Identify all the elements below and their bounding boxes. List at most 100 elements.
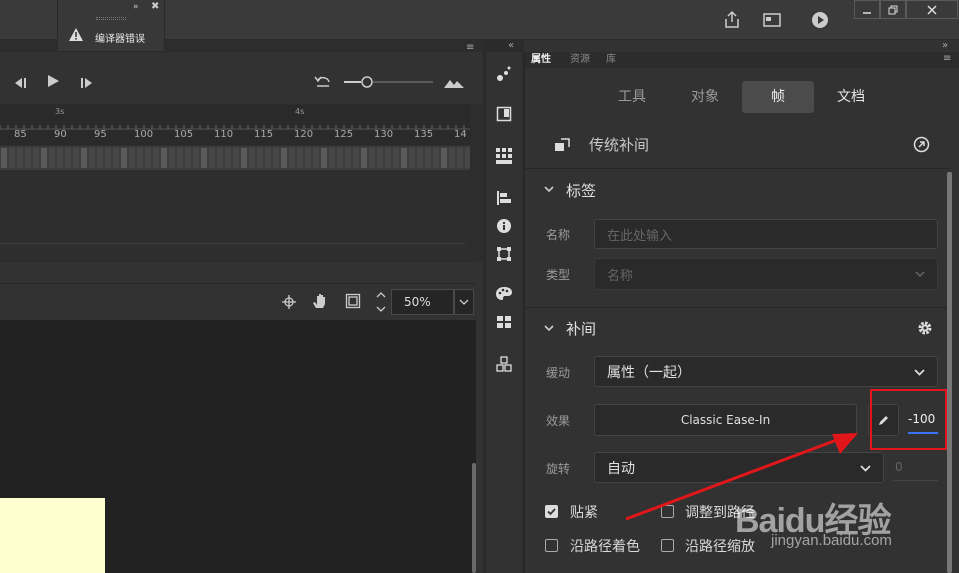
ruler-frame-label: 90 [54, 129, 67, 140]
ruler-frame-label: 14 [454, 129, 467, 140]
frame-cells [1, 148, 471, 168]
classic-tween-icon [554, 137, 570, 156]
info-icon[interactable] [486, 212, 522, 240]
screen-mode-icon[interactable] [760, 8, 784, 32]
restore-button[interactable] [880, 0, 906, 19]
tab-properties[interactable]: 属性 [531, 53, 551, 67]
ruler-frame-label: 130 [374, 129, 394, 140]
segment-tool[interactable]: 工具 [602, 81, 662, 113]
label-type-value: 名称 [607, 268, 634, 284]
play-icon[interactable] [46, 73, 60, 92]
gear-icon[interactable] [917, 320, 933, 340]
segment-object[interactable]: 对象 [675, 81, 735, 113]
collapse-tween-section-icon[interactable] [544, 322, 554, 335]
step-back-icon[interactable] [12, 74, 28, 93]
effect-label: 效果 [546, 414, 571, 428]
ruler-frame-label: 125 [334, 129, 354, 140]
expand-panel-icon[interactable]: » [133, 2, 139, 12]
watermark: Baidu经验 jingyan.baidu.com [735, 470, 935, 560]
tween-section-title[interactable]: 补间 [566, 318, 596, 339]
transform-icon[interactable] [486, 240, 522, 268]
step-forward-icon[interactable] [79, 74, 95, 93]
ease-value: 属性（一起） [607, 364, 691, 381]
label-section-title[interactable]: 标签 [566, 180, 596, 201]
watermark-url: jingyan.baidu.com [771, 532, 892, 549]
hand-tool-icon[interactable] [311, 292, 329, 314]
panel-tabbar [525, 52, 959, 68]
share-icon[interactable] [720, 8, 744, 32]
ruler-frame-label: 105 [174, 129, 194, 140]
align-icon[interactable] [486, 184, 522, 212]
panel-menu-icon[interactable]: ≡ [943, 53, 951, 64]
highlight-box [870, 389, 947, 450]
swatches-icon[interactable] [486, 142, 522, 170]
compiler-error-label[interactable]: 编译器错误 [95, 30, 145, 45]
panel-icon-column [486, 52, 522, 573]
ruler-frame-label: 110 [214, 129, 234, 140]
type-label: 类型 [546, 268, 571, 282]
scale-along-path-checkbox[interactable] [661, 539, 674, 552]
library-icon[interactable] [486, 100, 522, 128]
segment-document[interactable]: 文档 [821, 81, 881, 113]
ruler-ticks [0, 125, 470, 130]
ruler-frame-label: 95 [94, 129, 107, 140]
stage-canvas[interactable] [0, 498, 105, 573]
collapse-panel-icon[interactable]: « [508, 40, 514, 51]
color-along-path-checkbox[interactable] [545, 539, 558, 552]
color-along-path-label[interactable]: 沿路径着色 [570, 536, 640, 556]
section-divider [525, 307, 950, 308]
timeline-ruler[interactable]: 3s 4s 85 90 95 100 105 110 115 120 125 130 135 14 [0, 105, 470, 145]
timeline-empty-layers [0, 170, 470, 260]
timeline-controls [0, 52, 483, 104]
tab-assets[interactable]: 资源 [570, 53, 590, 67]
segment-frame[interactable]: 帧 [742, 81, 814, 113]
properties-scrollbar[interactable] [947, 172, 952, 573]
chevron-down-icon [914, 369, 925, 376]
zoom-dropdown-button[interactable] [454, 289, 474, 315]
open-link-icon[interactable] [913, 136, 930, 157]
layer-frames-row[interactable] [0, 146, 471, 170]
frame-name-input[interactable]: 在此处输入 [594, 219, 938, 249]
collapse-label-section-icon[interactable] [544, 183, 554, 196]
zoom-input[interactable]: 50% [391, 289, 454, 315]
timeline-zoom-slider[interactable] [343, 74, 435, 93]
check-icon [547, 508, 556, 516]
ruler-frame-label: 115 [254, 129, 274, 140]
components-icon[interactable] [486, 308, 522, 336]
zoom-stepper[interactable] [374, 289, 388, 315]
ease-select[interactable]: 属性（一起） [594, 356, 938, 387]
ruler-second-label: 3s [55, 107, 65, 116]
center-stage-icon[interactable] [282, 294, 296, 313]
warning-icon [68, 27, 84, 46]
snap-checkbox[interactable] [545, 505, 558, 518]
chevron-down-icon [915, 271, 925, 278]
tween-type-label: 传统补间 [589, 136, 650, 154]
label-type-select[interactable]: 名称 [594, 258, 938, 290]
motion-presets-icon[interactable] [486, 60, 522, 88]
snap-label[interactable]: 贴紧 [570, 502, 598, 522]
ruler-second-label: 4s [295, 107, 305, 116]
ruler-frame-label: 135 [414, 129, 434, 140]
expand-dock-icon[interactable]: » [942, 40, 948, 51]
timeline-scrollbar[interactable] [470, 146, 483, 260]
color-icon[interactable] [486, 280, 522, 308]
loop-icon[interactable] [314, 73, 332, 92]
ease-label: 缓动 [546, 366, 571, 380]
stage-scrollbar[interactable] [472, 463, 476, 573]
mountains-icon[interactable] [443, 74, 465, 93]
test-movie-icon[interactable] [808, 8, 832, 32]
clip-content-icon[interactable] [345, 293, 361, 313]
section-divider [525, 168, 950, 169]
ruler-frame-label: 85 [14, 129, 27, 140]
ruler-frame-label: 100 [134, 129, 154, 140]
scene-icon[interactable] [486, 350, 522, 378]
ruler-frame-label: 120 [294, 129, 314, 140]
close-panel-icon[interactable]: ✖ [151, 1, 159, 12]
name-label: 名称 [546, 228, 571, 242]
tab-library[interactable]: 库 [606, 53, 616, 67]
minimize-button[interactable] [854, 0, 880, 19]
stage-toolbar: 50% [0, 283, 476, 319]
close-window-button[interactable] [906, 0, 958, 19]
rotate-label: 旋转 [546, 462, 571, 476]
drag-grip-icon[interactable] [96, 17, 126, 20]
